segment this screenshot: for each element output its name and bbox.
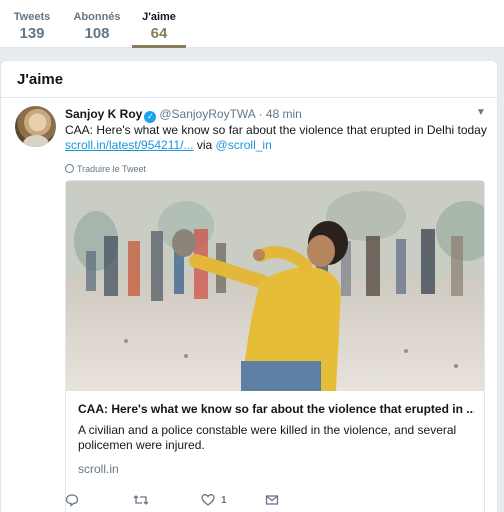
- retweet-icon: [133, 495, 149, 505]
- link-preview-card[interactable]: CAA: Here's what we know so far about th…: [65, 180, 485, 512]
- reply-icon: [65, 494, 79, 507]
- tweet-body: CAA: Here's what we know so far about th…: [65, 123, 487, 177]
- protest-photo-illustration: [66, 181, 484, 391]
- avatar[interactable]: [15, 106, 56, 147]
- time-separator: ·: [258, 107, 263, 121]
- stat-followers[interactable]: Abonnés 108: [68, 0, 126, 48]
- mention-link[interactable]: @scroll_in: [216, 138, 272, 152]
- stat-likes-label: J'aime: [142, 11, 176, 23]
- like-button[interactable]: 1: [201, 493, 227, 509]
- tweet-link[interactable]: scroll.in/latest/954211/...: [65, 138, 194, 152]
- author-name[interactable]: Sanjoy K Roy: [65, 107, 142, 121]
- translate-label: Traduire le Tweet: [77, 164, 147, 174]
- heart-icon: [201, 494, 215, 506]
- reply-button[interactable]: [65, 493, 79, 509]
- section-title: J'aime: [17, 71, 64, 88]
- globe-icon: [65, 164, 74, 173]
- like-count: 1: [221, 494, 227, 506]
- stat-followers-count: 108: [84, 25, 110, 42]
- tweet-header: Sanjoy K Roy ✓ @SanjoyRoyTWA · 48 min: [65, 107, 302, 123]
- via-text: via: [196, 138, 213, 152]
- tweet-timestamp[interactable]: 48 min: [266, 107, 302, 121]
- tweet-actions: 1: [65, 493, 485, 512]
- direct-message-button[interactable]: [265, 493, 279, 509]
- stat-followers-label: Abonnés: [73, 11, 121, 23]
- stat-likes[interactable]: J'aime 64: [132, 0, 186, 48]
- verified-badge-icon: ✓: [144, 111, 157, 123]
- envelope-icon: [265, 495, 279, 505]
- divider: [1, 97, 497, 98]
- profile-stats-bar: Tweets 139 Abonnés 108 J'aime 64: [0, 0, 504, 48]
- card-description: A civilian and a police constable were k…: [78, 423, 457, 452]
- stat-likes-count: 64: [150, 25, 168, 42]
- stat-tweets-label: Tweets: [13, 11, 51, 23]
- chevron-down-icon[interactable]: ▼: [475, 107, 487, 119]
- translate-tweet[interactable]: Traduire le Tweet: [65, 162, 485, 177]
- stat-tweets[interactable]: Tweets 139: [8, 0, 56, 48]
- likes-timeline: J'aime Sanjoy K Roy ✓ @SanjoyRoyTWA · 48 m…: [0, 60, 498, 512]
- tweet-text: CAA: Here's what we know so far about th…: [65, 123, 487, 137]
- stat-tweets-count: 139: [19, 25, 45, 42]
- retweet-button[interactable]: [133, 493, 149, 509]
- author-handle[interactable]: @SanjoyRoyTWA: [159, 107, 255, 121]
- card-domain: scroll.in: [78, 462, 119, 476]
- active-tab-underline: [132, 45, 186, 48]
- link-card-info: CAA: Here's what we know so far about th…: [66, 391, 484, 476]
- preview-image: [66, 181, 484, 391]
- card-headline: CAA: Here's what we know so far about th…: [78, 402, 474, 416]
